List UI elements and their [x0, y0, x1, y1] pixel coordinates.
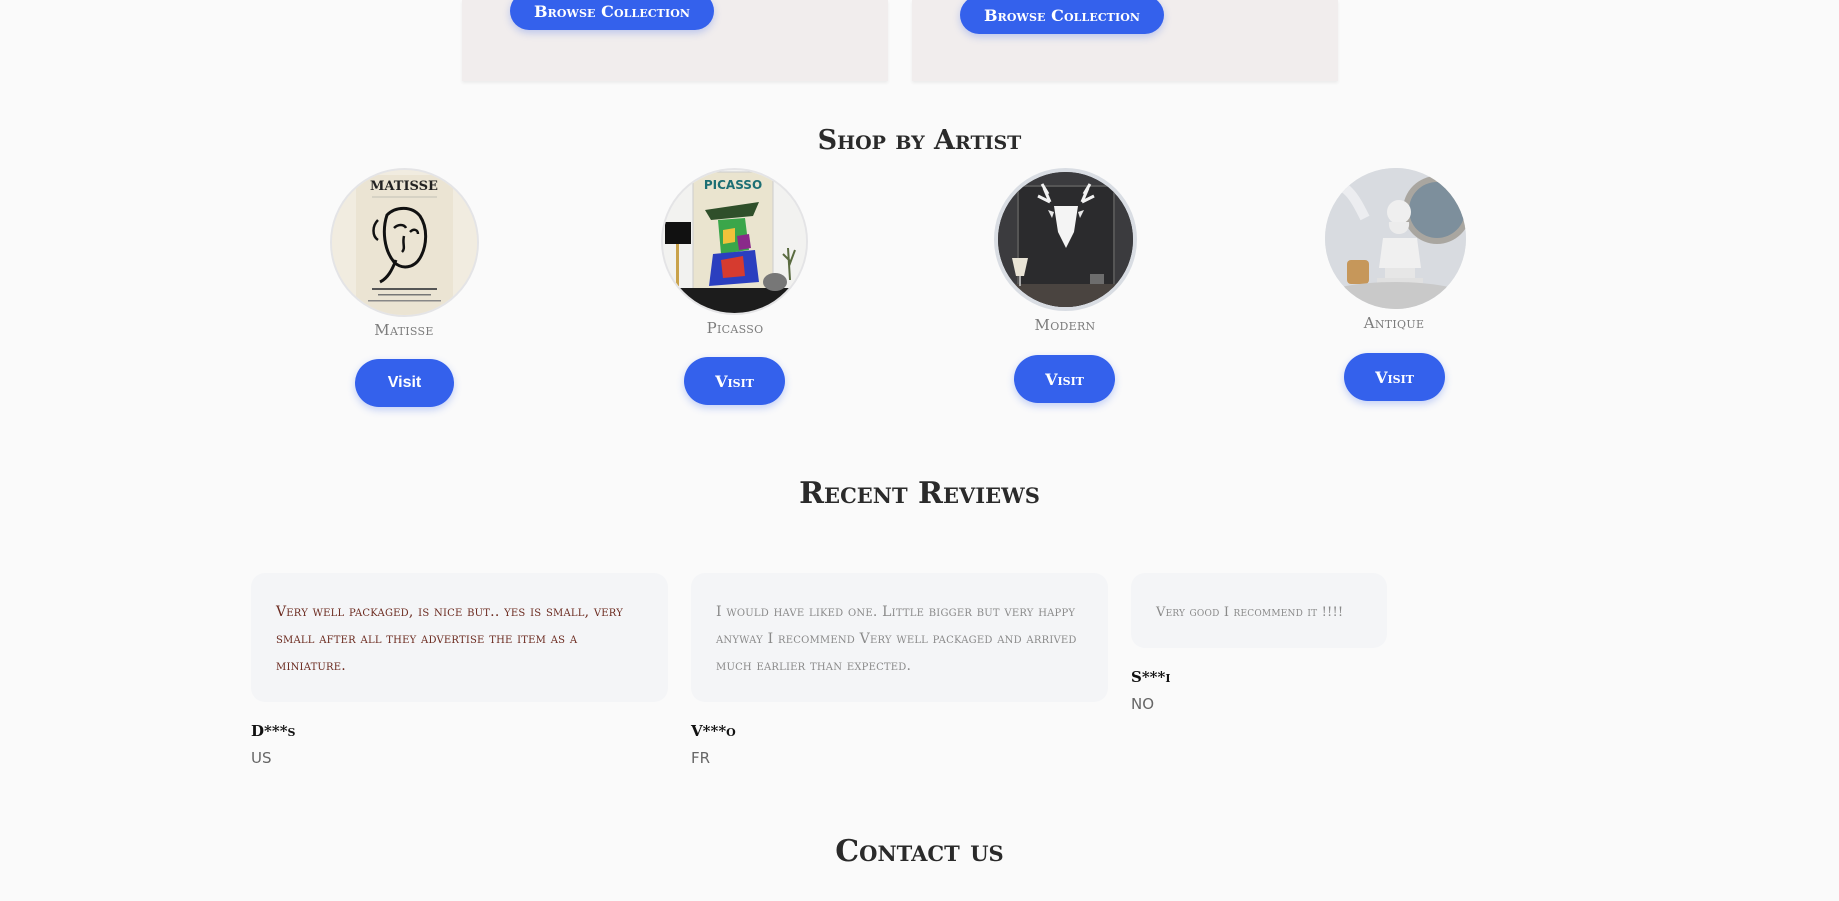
review-text: Very well packaged, is nice but.. yes is…: [276, 604, 624, 674]
artist-image-modern[interactable]: [994, 168, 1137, 311]
visit-modern-button[interactable]: Visit: [1014, 355, 1115, 403]
artist-name-matisse: Matisse: [374, 321, 434, 339]
artist-name-modern: Modern: [1034, 316, 1096, 334]
antique-bust-illustration: [1325, 168, 1466, 309]
artist-image-matisse[interactable]: MATISSE: [330, 168, 479, 317]
review-author: V***o: [691, 722, 736, 740]
visit-antique-button[interactable]: Visit: [1344, 353, 1445, 401]
review-card: Very good I recommend it !!!!: [1131, 573, 1387, 648]
modern-deer-illustration: [998, 172, 1133, 307]
visit-picasso-button[interactable]: Visit: [684, 357, 785, 405]
artist-name-picasso: Picasso: [706, 319, 764, 337]
review-country: NO: [1131, 695, 1155, 713]
visit-matisse-button[interactable]: Visit: [355, 359, 454, 407]
picasso-poster-illustration: PICASSO: [663, 170, 806, 313]
review-country: US: [251, 749, 272, 767]
review-card: I would have liked one. Little bigger bu…: [691, 573, 1108, 702]
review-author: S***i: [1131, 668, 1171, 686]
matisse-poster-title: MATISSE: [370, 179, 438, 194]
review-card: Very well packaged, is nice but.. yes is…: [251, 573, 668, 702]
contact-us-title: Contact us: [835, 834, 1004, 869]
picasso-poster-title: PICASSO: [704, 178, 762, 192]
browse-collection-button[interactable]: Browse Collection: [510, 0, 714, 30]
review-text: Very good I recommend it !!!!: [1156, 605, 1344, 620]
recent-reviews-title: Recent Reviews: [799, 476, 1040, 511]
artist-image-antique[interactable]: [1325, 168, 1466, 309]
review-author: D***s: [251, 722, 296, 740]
matisse-poster-illustration: MATISSE: [332, 170, 477, 315]
browse-collection-button[interactable]: Browse Collection: [960, 0, 1164, 34]
artist-name-antique: Antique: [1363, 314, 1425, 332]
artist-image-picasso[interactable]: PICASSO: [661, 168, 808, 315]
shop-by-artist-title: Shop by Artist: [817, 125, 1022, 156]
review-country: FR: [691, 749, 711, 767]
review-text: I would have liked one. Little bigger bu…: [716, 604, 1077, 674]
